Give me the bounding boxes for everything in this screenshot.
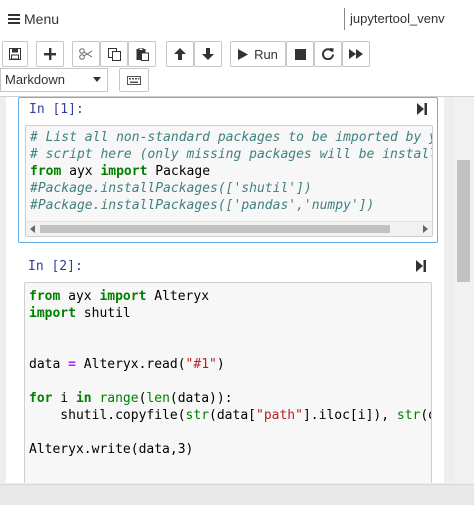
menu-button[interactable]: Menu bbox=[8, 11, 59, 27]
stop-icon bbox=[294, 48, 306, 60]
move-down-button[interactable] bbox=[194, 41, 222, 67]
code-text: data = Alteryx.read("#1") bbox=[29, 357, 225, 372]
cell-prompt: In [2]: bbox=[28, 259, 83, 274]
notebook-container: In [1]: # List all non-standard packages… bbox=[0, 97, 454, 483]
play-icon bbox=[238, 48, 249, 60]
hamburger-icon bbox=[8, 14, 20, 24]
cut-button[interactable] bbox=[72, 41, 100, 67]
command-palette-button[interactable] bbox=[119, 68, 149, 92]
code-text: # List all non-standard packages to be i… bbox=[30, 130, 433, 145]
arrow-down-icon bbox=[202, 48, 214, 60]
horizontal-scrollbar[interactable] bbox=[26, 221, 432, 236]
paste-button[interactable] bbox=[128, 41, 156, 67]
code-text: shutil.copyfile(str(data["path"].iloc[i]… bbox=[29, 408, 431, 423]
run-indicator-icon[interactable] bbox=[417, 103, 427, 115]
kernel-indicator[interactable]: jupytertool_venv bbox=[344, 8, 445, 30]
paste-icon bbox=[136, 47, 149, 61]
arrow-up-icon bbox=[174, 48, 186, 60]
code-line: from ayx import Alteryx bbox=[29, 288, 431, 305]
code-line: #Package.installPackages(['pandas','nump… bbox=[30, 197, 432, 214]
insert-cell-button[interactable] bbox=[36, 41, 64, 67]
code-editor[interactable]: from ayx import Alteryx import shutil da… bbox=[24, 282, 432, 483]
run-button[interactable]: Run bbox=[230, 41, 286, 67]
code-line: #Package.installPackages(['shutil']) bbox=[30, 180, 432, 197]
notebook-page: In [1]: # List all non-standard packages… bbox=[6, 97, 444, 483]
code-line: for i in range(len(data)): bbox=[29, 390, 431, 407]
code-text: for i in range(len(data)): bbox=[29, 391, 233, 406]
restart-icon bbox=[322, 48, 334, 60]
fast-forward-button[interactable] bbox=[342, 41, 370, 67]
interrupt-button[interactable] bbox=[286, 41, 314, 67]
cell-type-select[interactable]: Markdown bbox=[0, 68, 108, 92]
save-icon bbox=[9, 48, 21, 60]
save-button[interactable] bbox=[2, 41, 28, 67]
code-text: import shutil bbox=[29, 306, 131, 321]
vertical-scrollbar[interactable] bbox=[454, 97, 474, 483]
chevron-down-icon bbox=[93, 77, 101, 82]
scrollbar-thumb[interactable] bbox=[457, 160, 470, 282]
run-label: Run bbox=[254, 46, 278, 62]
scrollbar-thumb[interactable] bbox=[40, 225, 390, 233]
copy-button[interactable] bbox=[100, 41, 128, 67]
code-line: # List all non-standard packages to be i… bbox=[30, 129, 433, 146]
code-line: shutil.copyfile(str(data["path"].iloc[i]… bbox=[29, 407, 431, 424]
code-text: from ayx import Package bbox=[30, 164, 211, 179]
copy-icon bbox=[107, 47, 121, 61]
code-line: import shutil bbox=[29, 305, 431, 322]
code-cell-1[interactable]: In [1]: # List all non-standard packages… bbox=[18, 97, 438, 243]
keyboard-icon bbox=[127, 75, 141, 85]
cell-prompt: In [1]: bbox=[29, 102, 84, 117]
move-up-button[interactable] bbox=[166, 41, 194, 67]
scroll-left-icon[interactable] bbox=[30, 225, 35, 233]
plus-icon bbox=[44, 48, 56, 60]
code-line: # script here (only missing packages wil… bbox=[30, 146, 433, 163]
notebook-header: Menu jupytertool_venv Run Markdown bbox=[0, 0, 474, 97]
code-line: from ayx import Package bbox=[30, 163, 432, 180]
code-line: Alteryx.write(data,3) bbox=[29, 441, 431, 458]
code-text: from ayx import Alteryx bbox=[29, 289, 210, 304]
code-text: #Package.installPackages(['shutil']) bbox=[30, 181, 312, 196]
code-editor[interactable]: # List all non-standard packages to be i… bbox=[25, 125, 433, 237]
code-text: #Package.installPackages(['pandas','nump… bbox=[30, 198, 375, 213]
run-indicator-icon[interactable] bbox=[416, 260, 426, 272]
code-cell-2[interactable]: In [2]: from ayx import Alteryx import s… bbox=[18, 255, 438, 483]
code-line: data = Alteryx.read("#1") bbox=[29, 356, 431, 373]
restart-button[interactable] bbox=[314, 41, 342, 67]
code-text: # script here (only missing packages wil… bbox=[30, 147, 433, 162]
code-text: Alteryx.write(data,3) bbox=[29, 442, 194, 457]
menu-label: Menu bbox=[24, 11, 60, 27]
fast-forward-icon bbox=[349, 49, 363, 59]
scroll-right-icon[interactable] bbox=[423, 225, 428, 233]
bottom-bar bbox=[0, 484, 474, 505]
scissors-icon bbox=[79, 48, 93, 60]
cell-type-value: Markdown bbox=[5, 72, 65, 87]
